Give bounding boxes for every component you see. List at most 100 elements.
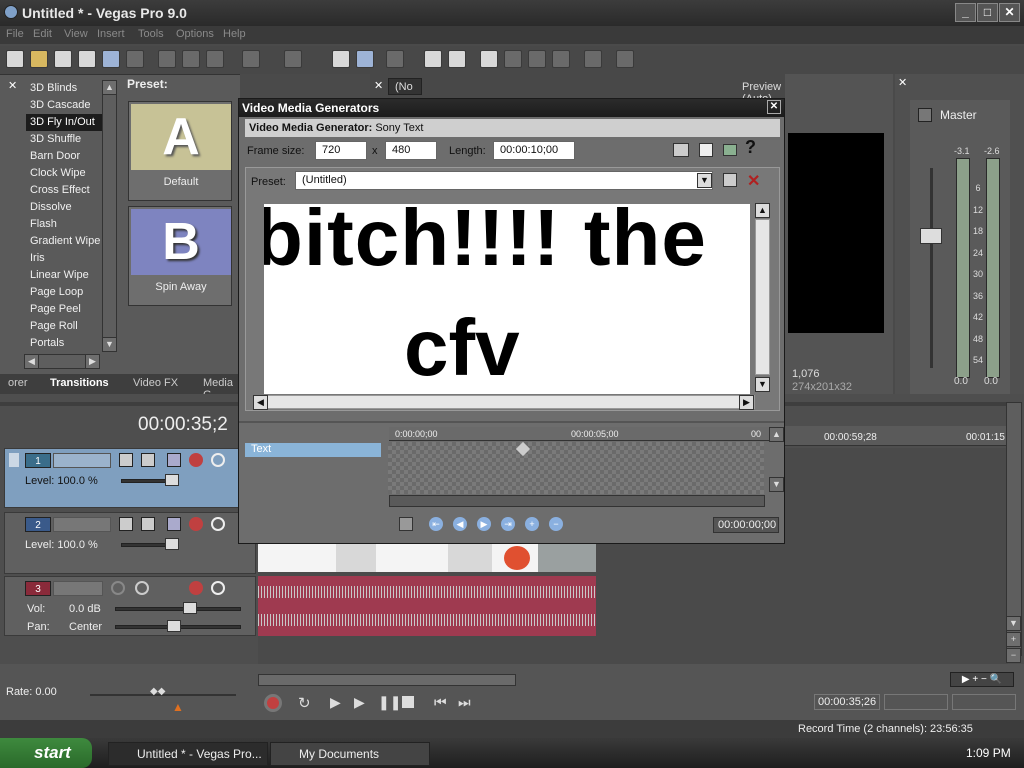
- list-item[interactable]: Clock Wipe: [26, 165, 102, 182]
- loop-playback-button[interactable]: ↻: [298, 694, 316, 712]
- list-item[interactable]: 3D Cascade: [26, 97, 102, 114]
- play-from-start-button[interactable]: ▶: [330, 694, 348, 712]
- mute-icon[interactable]: [211, 453, 225, 467]
- add-keyframe-icon[interactable]: +: [525, 517, 539, 531]
- save-as-icon[interactable]: [78, 50, 96, 68]
- stop-button[interactable]: [402, 696, 414, 708]
- undo-icon[interactable]: [242, 50, 260, 68]
- zoom-in-icon[interactable]: +: [1006, 632, 1021, 647]
- rate-marker-icon[interactable]: ◆◆: [150, 686, 174, 697]
- record-button[interactable]: [264, 694, 282, 712]
- pan-slider-thumb[interactable]: [167, 620, 181, 632]
- go-to-end-button[interactable]: ⏭: [458, 694, 476, 712]
- master-close-icon[interactable]: ✕: [898, 76, 910, 89]
- menu-help[interactable]: Help: [223, 28, 246, 40]
- track-fx-icon[interactable]: [189, 453, 203, 467]
- master-fader[interactable]: [920, 228, 942, 244]
- start-button[interactable]: start: [0, 738, 92, 768]
- track-name-field[interactable]: [53, 517, 111, 532]
- keyframe-time[interactable]: 00:00:00;00: [713, 517, 779, 533]
- list-item-selected[interactable]: 3D Fly In/Out: [26, 114, 102, 131]
- parent-motion-icon[interactable]: [141, 517, 155, 531]
- paste-icon[interactable]: [206, 50, 224, 68]
- list-item[interactable]: Page Loop: [26, 284, 102, 301]
- menu-file[interactable]: File: [6, 28, 24, 40]
- track-header-audio-3[interactable]: 3 Vol: 0.0 dB Pan: Center: [4, 576, 256, 636]
- cut-icon[interactable]: [158, 50, 176, 68]
- scroll-up-icon[interactable]: ▲: [755, 203, 770, 218]
- keyframe-ruler[interactable]: 0:00:00;00 00:00:05;00 00: [389, 427, 781, 441]
- render-icon[interactable]: [102, 50, 120, 68]
- parent-motion-icon[interactable]: [141, 453, 155, 467]
- normal-edit-tool-icon[interactable]: [480, 50, 498, 68]
- level-slider-thumb[interactable]: [165, 474, 179, 486]
- frame-width-input[interactable]: 720: [315, 141, 367, 160]
- scroll-down-icon[interactable]: ▼: [1006, 616, 1021, 631]
- panel-close-icon[interactable]: ✕: [8, 79, 20, 92]
- scroll-right-icon[interactable]: ▶: [739, 395, 754, 410]
- scroll-left-icon[interactable]: ◀: [253, 395, 268, 410]
- list-item[interactable]: 3D Shuffle: [26, 131, 102, 148]
- properties-icon[interactable]: [126, 50, 144, 68]
- auto-crossfade-icon[interactable]: [356, 50, 374, 68]
- delete-preset-icon[interactable]: ✕: [747, 171, 760, 191]
- scroll-up-icon[interactable]: ▲: [102, 80, 117, 95]
- tab-transitions[interactable]: Transitions: [50, 377, 109, 389]
- plugin-chain-icon[interactable]: [699, 143, 713, 157]
- list-item[interactable]: Page Roll: [26, 318, 102, 335]
- arm-record-icon[interactable]: [111, 581, 125, 595]
- sync-cursor-icon[interactable]: [399, 517, 413, 531]
- keyframe-hscroll[interactable]: [389, 495, 765, 507]
- printer-icon[interactable]: [673, 143, 689, 157]
- track-collapse-icon[interactable]: [9, 453, 19, 467]
- list-item[interactable]: Linear Wipe: [26, 267, 102, 284]
- keyframe-animation-icon[interactable]: [723, 144, 737, 156]
- scroll-down-icon[interactable]: ▼: [102, 337, 117, 352]
- scroll-up-icon[interactable]: ▲: [769, 427, 784, 442]
- text-hscroll[interactable]: [253, 395, 755, 409]
- video-event[interactable]: [258, 544, 596, 572]
- length-time-field[interactable]: [952, 694, 1016, 710]
- pen-icon[interactable]: [584, 50, 602, 68]
- tab-video-fx[interactable]: Video FX: [133, 377, 178, 389]
- redo-icon[interactable]: [284, 50, 302, 68]
- timeline-hscroll[interactable]: [258, 674, 516, 686]
- play-button[interactable]: ▶: [354, 694, 372, 712]
- rate-reset-icon[interactable]: ▲: [172, 700, 184, 714]
- hscroll-buttons[interactable]: ▶ + − 🔍: [950, 672, 1014, 687]
- list-item[interactable]: Dissolve: [26, 199, 102, 216]
- list-item[interactable]: Barn Door: [26, 148, 102, 165]
- close-button[interactable]: ✕: [999, 3, 1020, 22]
- preset-dropdown[interactable]: (Untitled): [295, 171, 713, 190]
- scroll-down-icon[interactable]: ▼: [769, 477, 784, 492]
- list-item[interactable]: Flash: [26, 216, 102, 233]
- save-preset-icon[interactable]: [723, 173, 737, 187]
- next-keyframe-icon[interactable]: ▶: [477, 517, 491, 531]
- audio-event-waveform[interactable]: [258, 576, 596, 636]
- level-slider-thumb[interactable]: [165, 538, 179, 550]
- ripple-edit-icon[interactable]: [386, 50, 404, 68]
- lock-envelopes-icon[interactable]: [424, 50, 442, 68]
- maximize-button[interactable]: □: [977, 3, 998, 22]
- selection-time-field[interactable]: [884, 694, 948, 710]
- length-input[interactable]: 00:00:10;00: [493, 141, 575, 160]
- delete-keyframe-icon[interactable]: −: [549, 517, 563, 531]
- save-icon[interactable]: [54, 50, 72, 68]
- track-header-video-1[interactable]: 1 Level: 100.0 %: [4, 448, 256, 508]
- menu-insert[interactable]: Insert: [97, 28, 125, 40]
- open-icon[interactable]: [30, 50, 48, 68]
- frame-height-input[interactable]: 480: [385, 141, 437, 160]
- track-fx-icon[interactable]: [189, 581, 203, 595]
- zoom-out-icon[interactable]: −: [1006, 648, 1021, 663]
- invert-phase-icon[interactable]: [135, 581, 149, 595]
- ignore-grouping-icon[interactable]: [448, 50, 466, 68]
- mute-icon[interactable]: [211, 581, 225, 595]
- list-item[interactable]: Gradient Wipe: [26, 233, 102, 250]
- help-pointer-icon[interactable]: [616, 50, 634, 68]
- cursor-time-field[interactable]: 00:00:35;26: [814, 694, 880, 710]
- track-name-field[interactable]: [53, 581, 103, 596]
- new-icon[interactable]: [6, 50, 24, 68]
- list-item[interactable]: Cross Effect: [26, 182, 102, 199]
- track-header-video-2[interactable]: 2 Level: 100.0 %: [4, 512, 256, 574]
- dialog-close-icon[interactable]: ✕: [767, 100, 781, 114]
